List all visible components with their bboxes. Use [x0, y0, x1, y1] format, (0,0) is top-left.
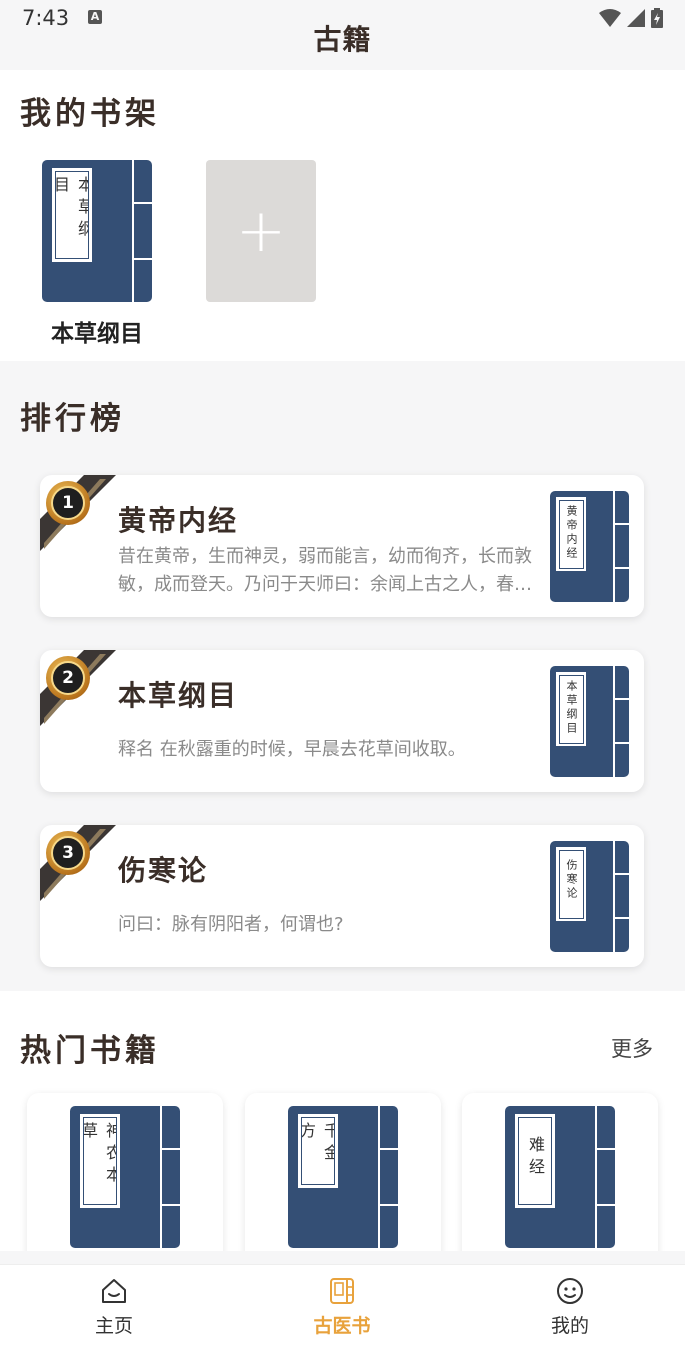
- rank-number: 1: [51, 486, 85, 520]
- top-bar: 7:43 A 古籍: [0, 0, 685, 70]
- nav-home-label: 主页: [94, 1315, 133, 1337]
- smiley-icon: [557, 1278, 583, 1304]
- ranking-cover-text: 伤寒论: [565, 858, 578, 901]
- ranking-cover-text: 本草纲目: [565, 679, 578, 736]
- hot-cover-text: 难经: [526, 1136, 545, 1180]
- ranking-book-title: 黄帝内经: [118, 504, 239, 537]
- rank-medal: 2: [46, 656, 90, 700]
- ranking-book-description: 昔在黄帝，生而神灵，弱而能言，幼而徇齐，长而敦敏，成而登天。乃问于天师曰：余闻上…: [118, 546, 532, 595]
- bookshelf-title: 我的书架: [20, 96, 160, 132]
- ranking-book-cover: 黄帝内经: [550, 491, 629, 602]
- hot-books-section: 热门书籍 更多 神农本草 千金方 难经: [0, 991, 685, 1251]
- hot-cover-text: 神农本草: [83, 1122, 117, 1188]
- hot-book-card[interactable]: 神农本草: [27, 1093, 223, 1251]
- page-title: 古籍: [313, 23, 372, 56]
- ranking-book-cover: 伤寒论: [550, 841, 629, 952]
- ranking-cover-text: 黄帝内经: [565, 504, 578, 561]
- ranking-card-3[interactable]: 3 伤寒论 问曰：脉有阴阳者，何谓也? 伤寒论: [40, 825, 644, 967]
- bookshelf-book-cover[interactable]: 本草纲目: [42, 160, 152, 302]
- ranking-section: 排行榜 1 黄帝内经 昔在黄帝，生而神灵，弱而能言，幼而徇齐，长而敦敏，成而登天…: [0, 361, 685, 991]
- nav-ancient-books[interactable]: 古医书: [282, 1265, 402, 1345]
- ranking-book-description: 释名 在秋露重的时候，早晨去花草间收取。: [118, 739, 466, 760]
- nav-mine-label: 我的: [550, 1315, 589, 1337]
- ranking-book-title: 本草纲目: [118, 679, 239, 712]
- rank-medal: 3: [46, 831, 90, 875]
- rank-number: 3: [51, 836, 85, 870]
- bottom-nav: 主页 古医书 我的: [0, 1264, 685, 1345]
- bookshelf-book-name[interactable]: 本草纲目: [42, 314, 152, 348]
- hot-book-card[interactable]: 难经: [462, 1093, 658, 1251]
- nav-ancient-books-label: 古医书: [313, 1315, 371, 1337]
- hot-book-cover: 千金方: [288, 1106, 398, 1248]
- ranking-title: 排行榜: [20, 401, 125, 437]
- nav-home[interactable]: 主页: [54, 1265, 174, 1345]
- nav-mine[interactable]: 我的: [510, 1265, 630, 1345]
- ranking-book-cover: 本草纲目: [550, 666, 629, 777]
- hot-books-title: 热门书籍: [20, 1033, 160, 1069]
- rank-medal: 1: [46, 481, 90, 525]
- hot-book-cover: 神农本草: [70, 1106, 180, 1248]
- hot-book-card[interactable]: 千金方: [245, 1093, 441, 1251]
- ranking-card-2[interactable]: 2 本草纲目 释名 在秋露重的时候，早晨去花草间收取。 本草纲目: [40, 650, 644, 792]
- more-link[interactable]: 更多: [611, 1033, 653, 1063]
- plus-icon: +: [235, 196, 287, 266]
- book-icon: [330, 1278, 354, 1304]
- bookshelf-cover-text: 本草纲目: [55, 176, 89, 242]
- ranking-book-title: 伤寒论: [118, 854, 209, 887]
- bookshelf-section: 我的书架 本草纲目 本草纲目 +: [0, 70, 685, 361]
- hot-cover-text: 千金方: [301, 1122, 335, 1166]
- hot-book-cover: 难经: [505, 1106, 615, 1248]
- home-icon: [102, 1279, 126, 1303]
- ranking-book-description: 问曰：脉有阴阳者，何谓也?: [118, 914, 344, 935]
- rank-number: 2: [51, 661, 85, 695]
- add-book-button[interactable]: +: [206, 160, 316, 302]
- ranking-card-1[interactable]: 1 黄帝内经 昔在黄帝，生而神灵，弱而能言，幼而徇齐，长而敦敏，成而登天。乃问于…: [40, 475, 644, 617]
